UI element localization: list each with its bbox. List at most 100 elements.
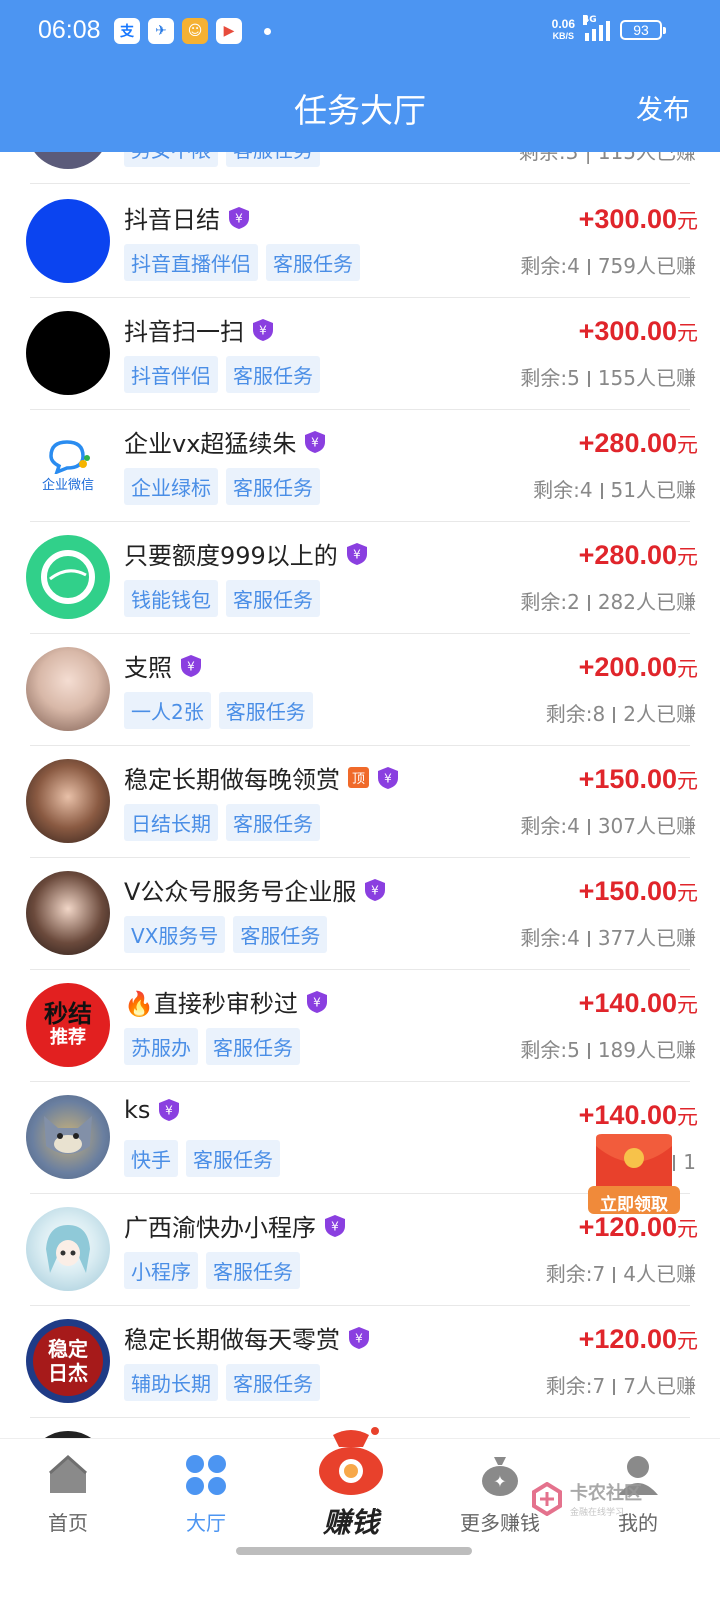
task-avatar [26, 199, 110, 283]
battery-icon: 93 [620, 20, 666, 40]
task-earned: 307人已赚 [597, 814, 696, 838]
task-tag: 小程序 [124, 1252, 198, 1289]
task-reward-amount: +150.00 [578, 764, 677, 794]
task-tag: 客服任务 [186, 1140, 280, 1177]
red-packet-float-button[interactable]: 立即领取 [586, 1128, 682, 1220]
task-row[interactable]: 企业微信 企业vx超猛续朱 ¥ 企业绿标 客服任务 +280.00元 剩余:4 51人已赚 [18, 408, 702, 522]
task-row[interactable]: 支照 ¥ 一人2张 客服任务 +200.00元 剩余:8 2人已赚 [18, 632, 702, 746]
page-title: 任务大厅 [294, 91, 426, 130]
task-meta: 剩余:4 377人已赚 [520, 922, 696, 951]
anime-girl-icon [46, 1225, 90, 1273]
task-tag: 一人2张 [124, 692, 211, 729]
bottom-tab-bar: 首页 大厅 赚钱 ✦ 更多赚钱 我的 卡农社区 金融在线学习 [0, 1427, 720, 1600]
watermark-logo-icon [532, 1481, 562, 1516]
task-tag: 客服任务 [226, 152, 320, 167]
task-name-line: 抖音扫一扫 ¥ [124, 312, 274, 347]
tab-earn[interactable]: 赚钱 [290, 1425, 412, 1541]
task-tag: 客服任务 [206, 1252, 300, 1289]
task-name-line: V公众号服务号企业服 ¥ [124, 872, 386, 907]
task-remaining: 剩余:2 [520, 590, 580, 614]
tab-home[interactable]: 首页 [8, 1453, 128, 1536]
task-name-line: 只要额度999以上的 ¥ [124, 536, 368, 571]
task-tag: 客服任务 [226, 356, 320, 393]
task-tags: 抖音伴侣 客服任务 [124, 356, 320, 393]
tab-hall[interactable]: 大厅 [146, 1453, 266, 1536]
task-tag: 客服任务 [218, 692, 313, 729]
task-row[interactable]: 抖音日结 ¥ 抖音直播伴侣 客服任务 +300.00元 剩余:4 759人已赚 [18, 184, 702, 298]
meta-divider [587, 819, 590, 835]
task-reward-unit: 元 [677, 545, 698, 569]
task-tags: 快手 客服任务 [124, 1140, 280, 1177]
task-meta: 剩余:4 51人已赚 [533, 474, 696, 503]
task-name: 抖音扫一扫 [124, 318, 244, 346]
task-tag: 客服任务 [226, 804, 320, 841]
task-remaining: 剩余:5 [520, 1038, 580, 1062]
task-name-line: 支照 ¥ [124, 648, 202, 683]
task-meta: 剩余:7 7人已赚 [546, 1370, 696, 1399]
seal-logo-sub: 日杰 [48, 1361, 88, 1385]
red-packet-label: 立即领取 [600, 1195, 668, 1215]
task-reward: +140.00元 [579, 988, 698, 1019]
svg-text:¥: ¥ [312, 435, 320, 449]
task-name: 稳定长期做每天零赏 [124, 1326, 340, 1354]
task-reward: +300.00元 [579, 204, 698, 235]
task-avatar [26, 1095, 110, 1179]
task-name: 🔥直接秒审秒过 [124, 990, 298, 1018]
green-swirl-logo-icon [41, 550, 95, 604]
task-row[interactable]: 稳定 日杰 稳定长期做每天零赏 ¥ 辅助长期 客服任务 +120.00元 剩余:7 7人已赚 [18, 1304, 702, 1418]
task-avatar [26, 152, 110, 169]
meta-divider [613, 1267, 616, 1283]
meta-divider [587, 931, 590, 947]
task-reward-unit: 元 [677, 1329, 698, 1353]
verified-shield-icon: ¥ [325, 1214, 345, 1237]
miaojie-logo-text: 秒结 [44, 1000, 92, 1028]
task-tag: 快手 [124, 1140, 178, 1177]
wecom-logo-icon [49, 439, 90, 474]
task-name-line: 稳定长期做每天零赏 ¥ [124, 1320, 370, 1355]
task-meta: 剩余:4 307人已赚 [520, 810, 696, 839]
task-earned: 155人已赚 [597, 366, 696, 390]
task-list[interactable]: 男女不限 客服任务 剩余:3 | 115人已赚 抖音日结¥抖音直播伴侣客服任务+… [18, 152, 702, 1470]
task-meta: 剩余:7 4人已赚 [546, 1258, 696, 1287]
svg-text:¥: ¥ [166, 1104, 174, 1118]
svg-text:¥: ¥ [355, 1331, 363, 1345]
task-row[interactable]: 稳定长期做每晚领赏顶 ¥ 日结长期 客服任务 +150.00元 剩余:4 307人已赚 [18, 744, 702, 858]
task-earned: 7人已赚 [623, 1374, 696, 1398]
task-row[interactable]: V公众号服务号企业服 ¥ VX服务号 客服任务 +150.00元 剩余:4 377人已赚 [18, 856, 702, 970]
verified-shield-icon: ¥ [306, 990, 327, 1013]
network-speed-value: 0.06 [551, 17, 575, 31]
cartoon-cat-icon [44, 1116, 92, 1154]
home-indicator[interactable] [236, 1547, 472, 1555]
task-reward: +150.00元 [579, 876, 698, 907]
task-tags: 一人2张 客服任务 [124, 692, 313, 729]
task-tag: VX服务号 [124, 916, 226, 953]
task-meta: 剩余:5 189人已赚 [520, 1034, 696, 1063]
task-name-line: 企业vx超猛续朱 ¥ [124, 424, 326, 459]
task-tag: 男女不限 [124, 152, 218, 167]
task-tag: 辅助长期 [124, 1364, 218, 1401]
bird-app-icon: ✈ [148, 18, 174, 44]
meta-divider [600, 483, 603, 499]
publish-button[interactable]: 发布 [636, 88, 690, 127]
task-reward-amount: +300.00 [578, 316, 677, 346]
watermark: 卡农社区 金融在线学习 [530, 1479, 642, 1518]
task-reward-amount: +140.00 [578, 1100, 677, 1130]
seal-logo-text: 稳定 [48, 1337, 88, 1361]
task-remaining: 剩余:4 [520, 926, 580, 950]
task-row[interactable]: 秒结 推荐 🔥直接秒审秒过 ¥ 苏服办 客服任务 +140.00元 剩余:5 189人已赚 [18, 968, 702, 1082]
network-type: 4G [583, 15, 597, 25]
task-earned: 189人已赚 [597, 1038, 696, 1062]
task-row[interactable]: 抖音扫一扫 ¥ 抖音伴侣 客服任务 +300.00元 剩余:5 155人已赚 [18, 296, 702, 410]
svg-text:¥: ¥ [384, 771, 392, 785]
task-tag: 客服任务 [206, 1028, 300, 1065]
task-row-partial[interactable]: 男女不限 客服任务 剩余:3 | 115人已赚 [18, 152, 702, 184]
task-reward-amount: +200.00 [578, 652, 677, 682]
task-meta: 剩余:8 2人已赚 [546, 698, 696, 727]
svg-text:¥: ¥ [259, 323, 267, 337]
task-reward-unit: 元 [677, 209, 698, 233]
verified-shield-icon: ¥ [346, 542, 367, 565]
task-name: 稳定长期做每晚领赏 [124, 766, 340, 794]
task-row[interactable]: 只要额度999以上的 ¥ 钱能钱包 客服任务 +280.00元 剩余:2 282人已赚 [18, 520, 702, 634]
notification-dot [264, 27, 271, 35]
task-reward: +280.00元 [579, 540, 698, 571]
